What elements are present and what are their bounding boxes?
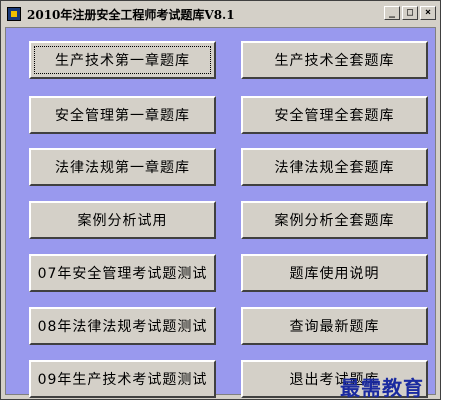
watermark-text: 最需教育 <box>340 376 424 400</box>
safety-mgmt-ch1-button[interactable]: 安全管理第一章题库 <box>29 96 216 134</box>
app-icon[interactable] <box>7 7 21 21</box>
close-button[interactable]: × <box>420 6 436 20</box>
production-tech-ch1-button[interactable]: 生产技术第一章题库 <box>29 41 216 79</box>
case-analysis-full-button[interactable]: 案例分析全套题库 <box>241 201 428 239</box>
law-regulation-ch1-button[interactable]: 法律法规第一章题库 <box>29 148 216 186</box>
maximize-button[interactable]: □ <box>402 6 418 20</box>
exam-08-law-regulation-button[interactable]: 08年法律法规考试题测试 <box>29 307 216 345</box>
safety-mgmt-full-button[interactable]: 安全管理全套题库 <box>241 96 428 134</box>
app-window: 2010年注册安全工程师考试题库V8.1 _ □ × 生产技术第一章题库 安全管… <box>0 0 441 400</box>
usage-instructions-button[interactable]: 题库使用说明 <box>241 254 428 292</box>
exam-07-safety-mgmt-button[interactable]: 07年安全管理考试题测试 <box>29 254 216 292</box>
check-latest-bank-button[interactable]: 查询最新题库 <box>241 307 428 345</box>
exam-09-production-tech-button[interactable]: 09年生产技术考试题测试 <box>29 360 216 398</box>
minimize-button[interactable]: _ <box>384 6 400 20</box>
production-tech-full-button[interactable]: 生产技术全套题库 <box>241 41 428 79</box>
title-bar[interactable]: 2010年注册安全工程师考试题库V8.1 _ □ × <box>3 3 438 25</box>
main-panel: 生产技术第一章题库 安全管理第一章题库 法律法规第一章题库 案例分析试用 07年… <box>5 27 436 398</box>
case-analysis-trial-button[interactable]: 案例分析试用 <box>29 201 216 239</box>
law-regulation-full-button[interactable]: 法律法规全套题库 <box>241 148 428 186</box>
window-title: 2010年注册安全工程师考试题库V8.1 <box>27 7 235 22</box>
window-controls: _ □ × <box>384 6 436 20</box>
